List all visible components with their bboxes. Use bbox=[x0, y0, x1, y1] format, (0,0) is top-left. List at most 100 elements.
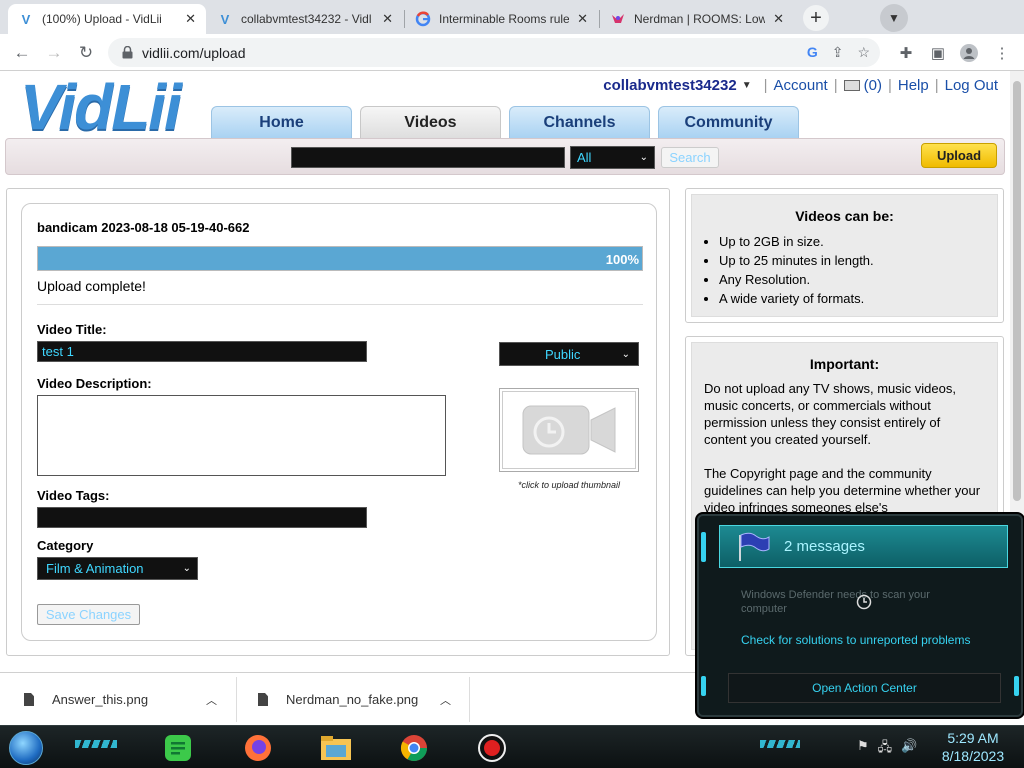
download-file-name: Nerdman_no_fake.png bbox=[286, 692, 419, 707]
close-tab-icon[interactable]: ✕ bbox=[773, 11, 784, 27]
messages-count: 2 messages bbox=[784, 538, 865, 555]
address-bar[interactable]: vidlii.com/upload G ⇪ ☆ bbox=[108, 38, 880, 67]
username-link[interactable]: collabvmtest34232 bbox=[603, 77, 736, 94]
vidlii-logo[interactable]: VidLii bbox=[20, 75, 182, 139]
extensions-puzzle-icon[interactable]: ✚ bbox=[896, 43, 916, 63]
upload-progress-bar: 100% bbox=[37, 246, 643, 271]
category-select[interactable]: Film & Animation ⌄ bbox=[37, 557, 198, 580]
google-lens-icon[interactable]: G bbox=[807, 44, 818, 61]
upload-form: bandicam 2023-08-18 05-19-40-662 100% Up… bbox=[21, 203, 657, 641]
logout-link[interactable]: Log Out bbox=[945, 77, 998, 94]
privacy-value: Public bbox=[545, 346, 581, 362]
video-tags-label: Video Tags: bbox=[37, 488, 110, 503]
tab-search-chevron-icon[interactable]: ▼ bbox=[880, 4, 908, 32]
chevron-down-icon: ⌄ bbox=[621, 348, 630, 360]
browser-tab-channel[interactable]: V collabvmtest34232 - Vidl ✕ bbox=[207, 4, 403, 34]
chevron-down-icon: ⌄ bbox=[639, 152, 648, 163]
close-tab-icon[interactable]: ✕ bbox=[185, 11, 196, 27]
save-changes-button[interactable]: Save Changes bbox=[37, 604, 140, 625]
thumbnail-upload-box[interactable] bbox=[499, 388, 639, 472]
taskbar: ⚑ 🖧 🔊 5:29 AM 8/18/2023 bbox=[0, 725, 1024, 768]
search-bar: All ⌄ Search Upload bbox=[5, 138, 1005, 175]
action-center-header: 2 messages bbox=[719, 525, 1008, 568]
nav-tab-channels[interactable]: Channels bbox=[509, 106, 650, 138]
help-link[interactable]: Help bbox=[898, 77, 929, 94]
system-tray: ⚑ 🖧 🔊 bbox=[857, 738, 917, 760]
browser-tab-upload[interactable]: V (100%) Upload - VidLii ✕ bbox=[8, 4, 206, 34]
lock-icon bbox=[120, 46, 134, 60]
copyright-text: The Copyright page and the community gui… bbox=[704, 466, 981, 515]
video-title-label: Video Title: bbox=[37, 322, 107, 337]
file-icon bbox=[258, 693, 268, 706]
decorative-bar bbox=[701, 676, 706, 696]
vidlii-favicon-icon: V bbox=[220, 11, 230, 27]
video-description-textarea[interactable] bbox=[37, 395, 446, 476]
search-category-value: All bbox=[577, 150, 592, 165]
action-center-flag-icon[interactable]: ⚑ bbox=[857, 738, 869, 760]
download-item[interactable]: Nerdman_no_fake.png ︿ bbox=[258, 677, 458, 722]
network-icon[interactable]: 🖧 bbox=[878, 738, 893, 760]
browser-tab-nerdman[interactable]: Nerdman | ROOMS: Low ✕ bbox=[600, 4, 794, 34]
new-tab-button[interactable]: + bbox=[803, 5, 829, 31]
upload-button[interactable]: Upload bbox=[921, 143, 997, 168]
google-favicon-icon bbox=[415, 11, 431, 27]
taskbar-clock[interactable]: 5:29 AM 8/18/2023 bbox=[930, 729, 1016, 765]
search-category-select[interactable]: All ⌄ bbox=[570, 146, 655, 169]
clock-time: 5:29 AM bbox=[947, 730, 999, 746]
video-title-input[interactable]: test 1 bbox=[37, 341, 367, 362]
close-tab-icon[interactable]: ✕ bbox=[577, 11, 588, 27]
notes-app-icon[interactable] bbox=[160, 730, 196, 766]
important-text: Do not upload any TV shows, music videos… bbox=[704, 381, 956, 447]
video-tags-input[interactable] bbox=[37, 507, 367, 528]
volume-icon[interactable]: 🔊 bbox=[901, 738, 917, 760]
chevron-up-icon[interactable]: ︿ bbox=[440, 692, 451, 708]
separator bbox=[236, 677, 237, 722]
side-panel-icon[interactable]: ▣ bbox=[928, 43, 948, 63]
action-center-popup: 2 messages Windows Defender needs to sca… bbox=[697, 514, 1023, 717]
record-icon[interactable] bbox=[474, 730, 510, 766]
defender-message[interactable]: Windows Defender needs to scan your comp… bbox=[741, 588, 961, 616]
back-arrow-icon[interactable]: ← bbox=[10, 41, 34, 65]
nav-tab-videos[interactable]: Videos bbox=[360, 106, 501, 138]
list-item: A wide variety of formats. bbox=[719, 289, 997, 308]
share-icon[interactable]: ⇪ bbox=[832, 44, 844, 61]
inbox-count-link[interactable]: (0) bbox=[864, 77, 882, 94]
file-icon bbox=[24, 693, 34, 706]
mail-icon[interactable] bbox=[843, 80, 860, 91]
forward-arrow-icon[interactable]: → bbox=[42, 41, 66, 65]
firefox-icon[interactable] bbox=[240, 730, 276, 766]
thumbnail-caption: *click to upload thumbnail bbox=[517, 480, 621, 490]
close-tab-icon[interactable]: ✕ bbox=[382, 11, 393, 27]
progress-fill bbox=[38, 247, 642, 270]
search-input[interactable] bbox=[291, 147, 565, 168]
category-label: Category bbox=[37, 538, 94, 553]
bird-icon bbox=[610, 11, 626, 27]
chevron-up-icon[interactable]: ︿ bbox=[206, 692, 217, 708]
chevron-down-icon[interactable]: ▼ bbox=[742, 80, 752, 91]
privacy-select[interactable]: Public ⌄ bbox=[499, 342, 639, 366]
category-value: Film & Animation bbox=[46, 561, 144, 576]
uploaded-file-name: bandicam 2023-08-18 05-19-40-662 bbox=[37, 220, 250, 235]
nav-tab-community[interactable]: Community bbox=[658, 106, 799, 138]
reload-icon[interactable]: ↻ bbox=[74, 41, 98, 65]
browser-tab-google[interactable]: Interminable Rooms rule ✕ bbox=[405, 4, 598, 34]
browser-menu-icon[interactable]: ⋮ bbox=[992, 43, 1012, 63]
chrome-icon[interactable] bbox=[396, 730, 432, 766]
decorative-bar bbox=[1014, 676, 1019, 696]
open-action-center-button[interactable]: Open Action Center bbox=[728, 673, 1001, 703]
file-explorer-icon[interactable] bbox=[318, 730, 354, 766]
start-button[interactable] bbox=[9, 731, 43, 765]
bookmark-star-icon[interactable]: ☆ bbox=[857, 44, 870, 61]
scrollbar-thumb[interactable] bbox=[1013, 81, 1021, 501]
check-solutions-link[interactable]: Check for solutions to unreported proble… bbox=[741, 633, 970, 647]
list-item: Up to 2GB in size. bbox=[719, 232, 997, 251]
divider bbox=[37, 304, 643, 305]
nav-tab-home[interactable]: Home bbox=[211, 106, 352, 138]
account-link[interactable]: Account bbox=[774, 77, 828, 94]
url-text: vidlii.com/upload bbox=[142, 44, 246, 61]
download-item[interactable]: Answer_this.png ︿ bbox=[24, 677, 224, 722]
search-button[interactable]: Search bbox=[661, 147, 719, 168]
browser-tab-strip: V (100%) Upload - VidLii ✕ V collabvmtes… bbox=[0, 0, 1024, 34]
profile-avatar-icon[interactable] bbox=[959, 43, 979, 63]
decorative-stripes bbox=[75, 740, 117, 748]
